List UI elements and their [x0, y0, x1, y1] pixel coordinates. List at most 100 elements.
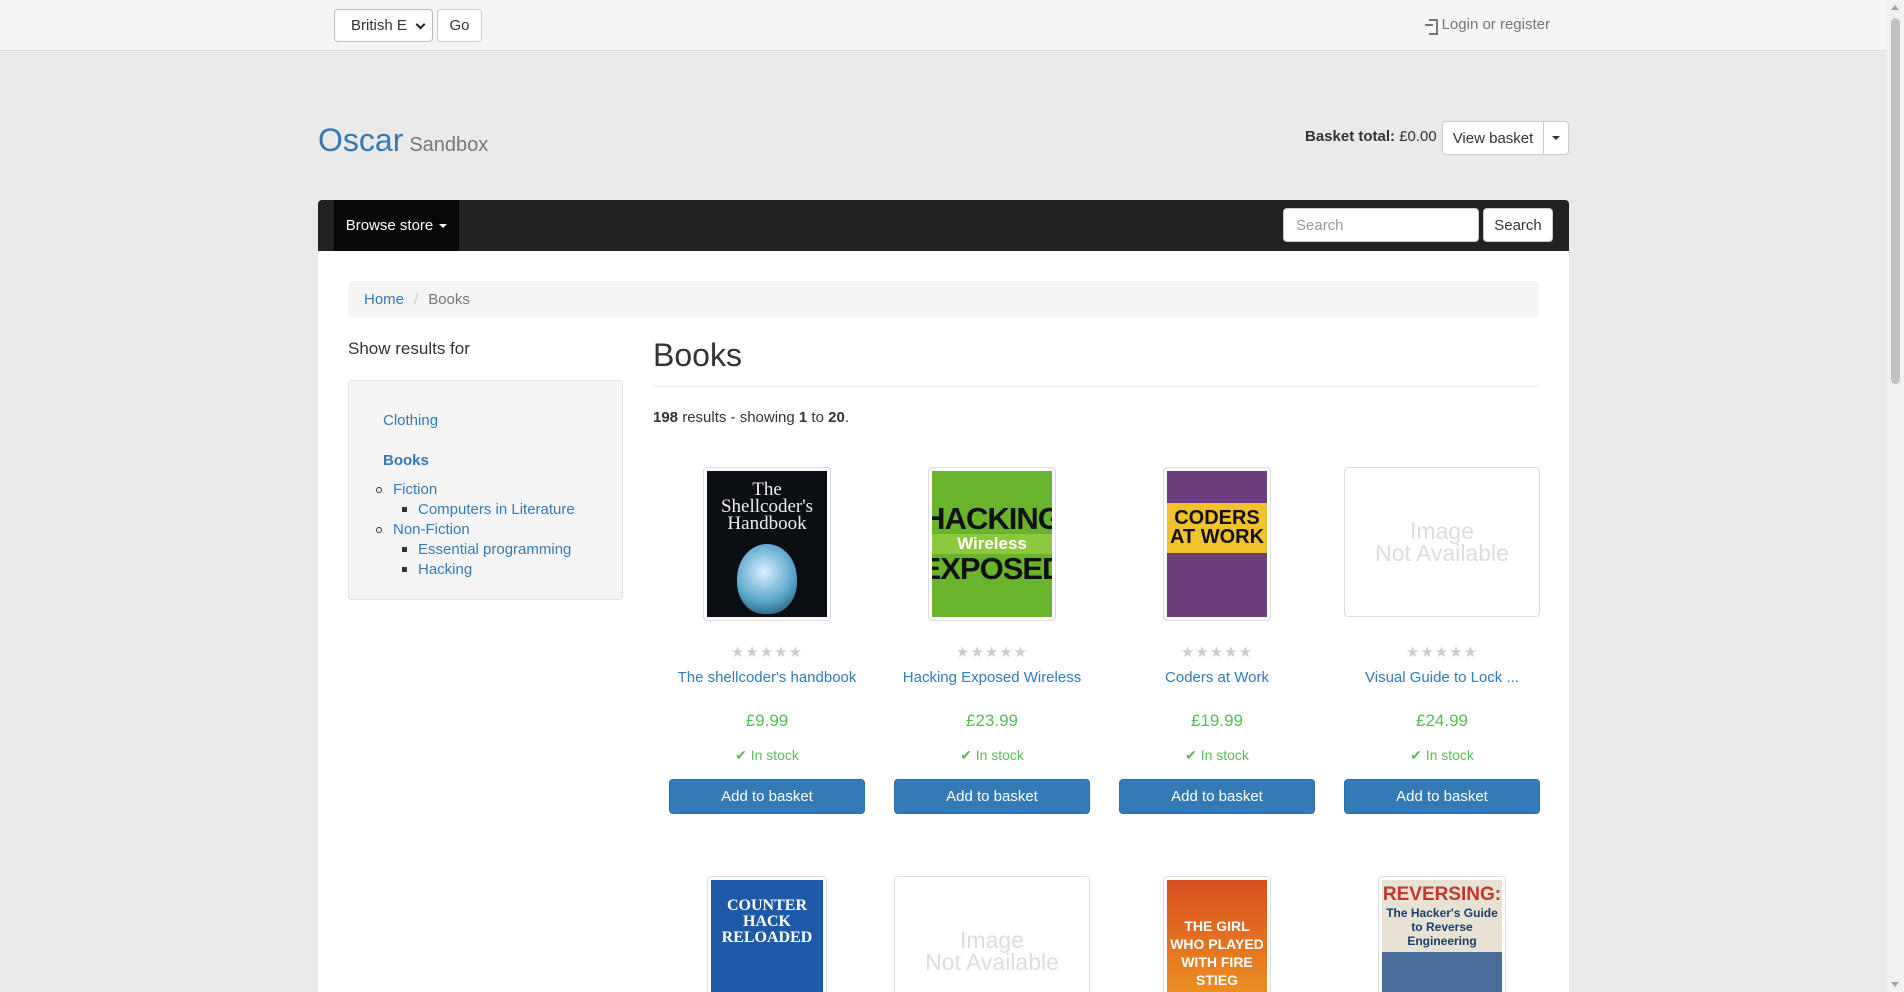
basket-dropdown-toggle[interactable] [1543, 121, 1569, 155]
login-icon [1424, 18, 1438, 35]
category-fiction[interactable]: Fiction [393, 481, 437, 498]
add-to-basket-button[interactable]: Add to basket [669, 779, 865, 814]
product-image[interactable]: REVERSING: The Hacker's Guide to Reverse… [1378, 876, 1506, 992]
product-title[interactable]: The shellcoder's handbook [669, 669, 865, 686]
book-cover: HACKING Wireless EXPOSED [932, 471, 1052, 617]
search-button[interactable]: Search [1483, 208, 1553, 242]
scroll-down-arrow-icon[interactable] [1891, 982, 1899, 987]
cover-line: COUNTER HACK [726, 897, 807, 930]
caret-down-icon [1552, 136, 1560, 140]
category-computers-in-literature[interactable]: Computers in Literature [418, 501, 575, 518]
placeholder-line: Not Available [925, 949, 1059, 975]
breadcrumb-home[interactable]: Home [364, 291, 404, 308]
cover-line: WITH FIRE [1181, 954, 1253, 970]
product-price: £24.99 [1416, 711, 1468, 730]
placeholder-line: Image [1410, 518, 1474, 544]
scrollbar-thumb[interactable] [1891, 18, 1900, 384]
sidebar-title: Show results for [348, 339, 470, 358]
category-non-fiction[interactable]: Non-Fiction [393, 521, 470, 538]
brand-tagline: Sandbox [409, 134, 489, 156]
product-image[interactable]: The Shellcoder's Handbook [703, 467, 831, 621]
results-to: 20 [828, 409, 845, 426]
product-price: £9.99 [745, 711, 789, 730]
product-title[interactable]: Hacking Exposed Wireless [894, 669, 1090, 686]
cover-art [1167, 471, 1267, 503]
check-icon: ✔ [735, 747, 751, 763]
cover-line: REVERSING: [1382, 880, 1502, 906]
page-scrollbar[interactable] [1887, 0, 1904, 992]
language-select-value: British E [351, 17, 407, 34]
check-icon: ✔ [960, 747, 976, 763]
check-icon: ✔ [1410, 747, 1426, 763]
star-rating: ★★★★★ [955, 644, 1029, 661]
stock-label: In stock [1200, 747, 1249, 763]
breadcrumb: Home / Books [348, 281, 1539, 318]
breadcrumb-separator: / [414, 291, 419, 308]
placeholder-line: Not Available [1375, 540, 1509, 566]
cover-band: CODERS AT WORK [1167, 503, 1267, 553]
add-to-basket-button[interactable]: Add to basket [1344, 779, 1540, 814]
basket-total: Basket total: £0.00 [1305, 128, 1437, 145]
category-hacking[interactable]: Hacking [418, 561, 472, 578]
book-cover: COUNTER HACK RELOADED [711, 880, 823, 992]
list-bullet [402, 547, 407, 552]
results-count: 198 [653, 409, 679, 426]
add-to-basket-button[interactable]: Add to basket [1119, 779, 1315, 814]
product-image[interactable]: CODERS AT WORK [1163, 467, 1271, 621]
cover-line: STIEG [1195, 972, 1238, 988]
product-image[interactable]: THE GIRL WHO PLAYED WITH FIRE STIEG [1163, 876, 1271, 992]
image-not-available: Image Not Available [1348, 471, 1536, 613]
cover-art [1167, 553, 1267, 617]
results-end: . [844, 409, 849, 426]
go-button[interactable]: Go [437, 9, 482, 42]
list-bullet [376, 487, 382, 493]
product-price: £23.99 [966, 711, 1018, 730]
add-to-basket-button[interactable]: Add to basket [894, 779, 1090, 814]
stock-status: ✔ In stock [1119, 747, 1315, 764]
cover-art: HACKING Wireless EXPOSED [932, 471, 1052, 617]
title-divider [653, 386, 1539, 387]
view-basket-button[interactable]: View basket [1442, 121, 1544, 155]
results-summary: 198 results - showing 1 to 20. [653, 409, 849, 426]
product-image[interactable]: COUNTER HACK RELOADED [707, 876, 827, 992]
scroll-up-arrow-icon[interactable] [1891, 5, 1899, 10]
stock-status: ✔ In stock [894, 747, 1090, 764]
brand-name[interactable]: Oscar [318, 122, 403, 159]
book-cover: The Shellcoder's Handbook [707, 471, 827, 617]
product-title[interactable]: Visual Guide to Lock ... [1344, 669, 1540, 686]
list-bullet [376, 527, 382, 533]
check-icon: ✔ [1185, 747, 1201, 763]
brand[interactable]: Oscar Sandbox [318, 122, 488, 159]
cover-title: The Shellcoder's Handbook [720, 479, 814, 534]
search-input[interactable]: Search [1283, 208, 1479, 242]
results-to-word: to [807, 409, 829, 426]
cover-line: RELOADED [721, 929, 813, 946]
star-rating: ★★★★★ [730, 644, 804, 661]
page-title: Books [653, 337, 742, 373]
browse-store-dropdown[interactable]: Browse store [334, 200, 459, 251]
stock-label: In stock [750, 747, 799, 763]
category-clothing[interactable]: Clothing [383, 412, 438, 429]
product-image[interactable]: Image Not Available [894, 876, 1090, 992]
product-title[interactable]: Coders at Work [1119, 669, 1315, 686]
results-text: results - showing [678, 409, 799, 426]
cover-line: EXPOSED [932, 551, 1052, 586]
product-price: £19.99 [1191, 711, 1243, 730]
login-register-link[interactable]: Login or register [1424, 16, 1550, 35]
login-label: Login or register [1441, 16, 1550, 33]
caret-down-icon [439, 223, 448, 228]
stock-status: ✔ In stock [669, 747, 865, 764]
category-books[interactable]: Books [383, 452, 429, 469]
list-bullet [402, 567, 407, 572]
book-cover: THE GIRL WHO PLAYED WITH FIRE STIEG [1167, 880, 1267, 992]
product-image[interactable]: HACKING Wireless EXPOSED [928, 467, 1056, 621]
list-bullet [402, 507, 407, 512]
main-navbar: Browse store Search Search [318, 200, 1569, 251]
category-essential-programming[interactable]: Essential programming [418, 541, 571, 558]
stock-status: ✔ In stock [1344, 747, 1540, 764]
language-select[interactable]: British E [334, 9, 433, 42]
product-image[interactable]: Image Not Available [1344, 467, 1540, 617]
top-bar: British E Go Login or register [0, 0, 1887, 51]
placeholder-line: Image [960, 927, 1024, 953]
book-cover: REVERSING: The Hacker's Guide to Reverse… [1382, 880, 1502, 992]
